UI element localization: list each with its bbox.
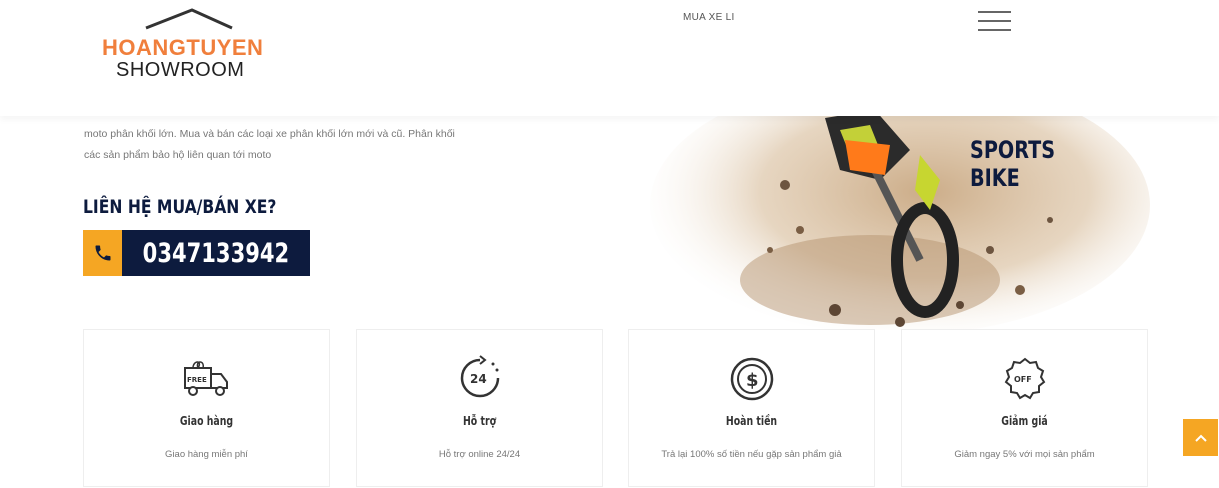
hamburger-icon[interactable] <box>978 9 1011 35</box>
support-24-icon: 24 <box>460 355 499 398</box>
logo-text-bottom: SHOWROOM <box>116 59 245 81</box>
feature-title: Giao hàng <box>179 414 234 428</box>
feature-title: Hoàn tiền <box>725 414 778 428</box>
feature-card-discount: OFF Giảm giá Giảm ngay 5% với mọi sản ph… <box>901 329 1148 487</box>
phone-icon-box <box>83 230 123 276</box>
contact-title: LIÊN HỆ MUA/BÁN XE? <box>83 196 277 218</box>
feature-desc: Giao hàng miễn phí <box>165 449 248 460</box>
phone-number-box: 0347133942 <box>122 230 310 276</box>
scroll-to-top-button[interactable] <box>1183 419 1218 456</box>
feature-desc: Trả lại 100% số tiền nếu gặp sản phẩm gi… <box>661 449 842 460</box>
feature-title: Giảm giá <box>1001 414 1048 428</box>
chevron-up-icon <box>1194 434 1207 442</box>
site-logo[interactable]: HOANGTUYEN SHOWROOM <box>100 8 280 88</box>
intro-line-1: moto phân khối lớn. Mua và bán các loại … <box>84 128 455 140</box>
logo-roof-icon <box>145 8 233 30</box>
hero-motocross-image <box>640 75 1150 335</box>
logo-text-top: HOANGTUYEN <box>102 35 264 60</box>
feature-desc: Hỗ trợ online 24/24 <box>438 449 521 460</box>
phone-call-button[interactable]: 0347133942 <box>83 230 310 276</box>
svg-text:OFF: OFF <box>1014 375 1032 384</box>
free-delivery-truck-icon: FREE <box>183 361 228 396</box>
phone-number: 0347133942 <box>142 237 290 269</box>
feature-title: Hỗ trợ <box>462 414 497 428</box>
nav-link-mua-xe[interactable]: MUA XE LI <box>683 12 735 23</box>
feature-card-support: 24 Hỗ trợ Hỗ trợ online 24/24 <box>356 329 603 487</box>
svg-text:24: 24 <box>470 372 487 386</box>
hero-caption-line-1: SPORTS <box>970 136 1056 164</box>
site-header: HOANGTUYEN SHOWROOM MUA XE LI <box>0 0 1219 116</box>
phone-icon <box>95 245 111 261</box>
money-refund-icon: $ <box>730 357 773 401</box>
feature-card-refund: $ Hoàn tiền Trả lại 100% số tiền nếu gặp… <box>628 329 875 487</box>
hero-caption-line-2: BIKE <box>970 164 1020 192</box>
svg-text:FREE: FREE <box>187 376 207 384</box>
feature-card-delivery: FREE Giao hàng Giao hàng miễn phí <box>83 329 330 487</box>
feature-desc: Giảm ngay 5% với mọi sản phẩm <box>954 449 1095 460</box>
intro-line-2: các sản phẩm bảo hộ liên quan tới moto <box>84 149 272 161</box>
hero-caption: SPORTS BIKE <box>970 136 1055 192</box>
discount-off-badge-icon: OFF <box>1004 357 1045 400</box>
svg-text:$: $ <box>746 370 759 391</box>
intro-text: moto phân khối lớn. Mua và bán các loại … <box>84 124 604 166</box>
